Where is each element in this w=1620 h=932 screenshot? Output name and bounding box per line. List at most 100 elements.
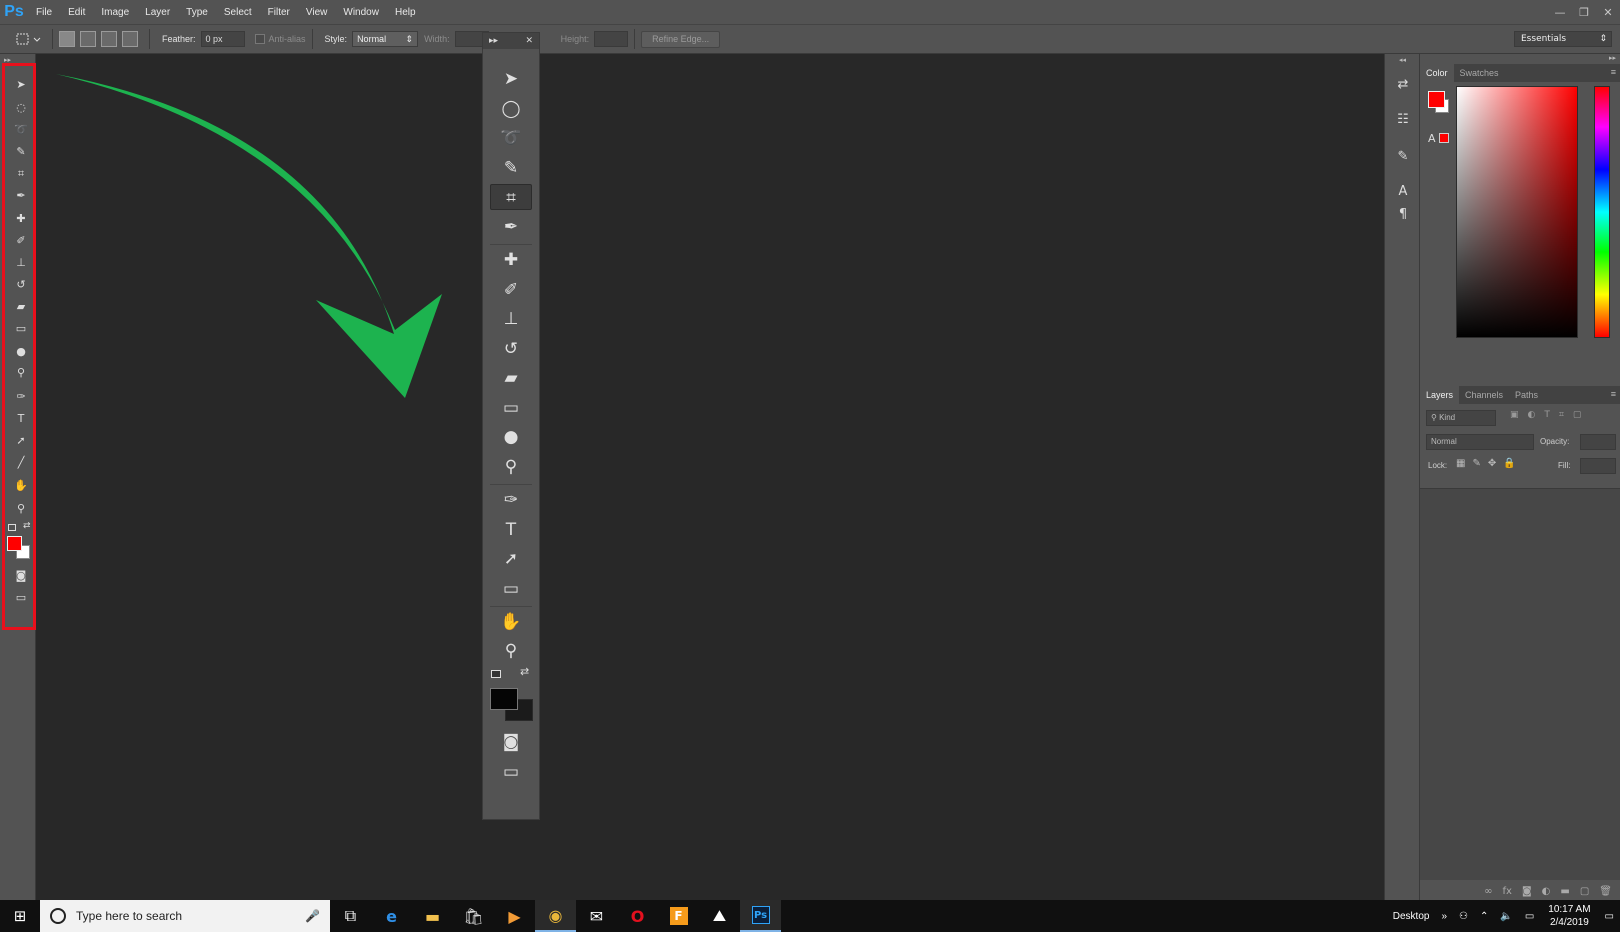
layer-mask-icon[interactable]: ◙ — [1522, 886, 1532, 897]
network-icon[interactable]: ▭ — [1519, 911, 1540, 922]
media-player-icon[interactable]: ▶ — [494, 900, 535, 932]
menu-type[interactable]: Type — [178, 7, 216, 18]
foreground-color-swatch[interactable] — [490, 688, 518, 710]
menu-file[interactable]: File — [28, 7, 60, 18]
hue-slider[interactable] — [1594, 86, 1610, 338]
default-colors-icon[interactable] — [8, 524, 16, 531]
people-icon[interactable]: ⚇ — [1453, 911, 1474, 922]
move-tool-icon[interactable]: ➤ — [490, 66, 532, 92]
gradient-tool-icon[interactable]: ▭ — [490, 395, 532, 421]
history-panel-icon[interactable]: ⇄ — [1394, 76, 1412, 94]
height-input[interactable] — [594, 31, 629, 47]
blur-tool-icon[interactable]: ● — [490, 424, 532, 450]
lasso-tool-icon[interactable]: ➰ — [14, 123, 28, 137]
clone-stamp-icon[interactable]: ⊥ — [490, 306, 532, 332]
refine-edge-button[interactable]: Refine Edge... — [641, 30, 721, 48]
panel-menu-icon[interactable]: ≡ — [1611, 389, 1616, 399]
chevron-icon[interactable]: » — [1435, 911, 1453, 922]
fill-input[interactable] — [1580, 458, 1616, 474]
windows-start-icon[interactable]: ⊞ — [0, 900, 40, 932]
marquee-tool-icon[interactable]: ◯ — [490, 96, 532, 122]
layer-style-icon[interactable]: fx — [1503, 886, 1512, 897]
lock-icons[interactable]: ▦✎✥🔒 — [1456, 458, 1523, 469]
opacity-input[interactable] — [1580, 434, 1616, 450]
antialias-checkbox[interactable] — [254, 34, 265, 44]
shape-tool-icon[interactable]: ▭ — [490, 576, 532, 602]
lasso-tool-icon[interactable]: ➰ — [490, 125, 532, 151]
floating-tools-panel[interactable]: ▸▸ ✕ ➤ ◯ ➰ ✎ ⌗ ✒ ✚ ✐ ⊥ ↺ ▰ ▭ ● ⚲ ✑ T ➚ ▭… — [482, 32, 540, 820]
tool-preset-picker[interactable] — [12, 28, 46, 50]
task-view-icon[interactable]: ⧉ — [330, 900, 371, 932]
menu-filter[interactable]: Filter — [260, 7, 298, 18]
tab-swatches[interactable]: Swatches — [1454, 64, 1505, 82]
tab-color[interactable]: Color — [1420, 64, 1454, 82]
menu-image[interactable]: Image — [93, 7, 137, 18]
show-hidden-icons[interactable]: ⌃ — [1474, 911, 1494, 922]
photoshop-taskbar-icon[interactable]: Ps — [740, 900, 781, 932]
delete-layer-icon[interactable]: 🗑 — [1599, 886, 1612, 897]
properties-panel-icon[interactable]: ☷ — [1394, 111, 1412, 129]
desktop-toolbar-label[interactable]: Desktop — [1387, 911, 1436, 922]
pen-tool-icon[interactable]: ✑ — [490, 487, 532, 513]
zoom-tool-icon[interactable]: ⚲ — [490, 638, 532, 664]
healing-brush-icon[interactable]: ✚ — [490, 247, 532, 273]
brush-tool-icon[interactable]: ✐ — [14, 234, 28, 248]
eraser-tool-icon[interactable]: ▰ — [490, 365, 532, 391]
quick-mask-icon[interactable]: ◙ — [14, 569, 28, 583]
dodge-tool-icon[interactable]: ⚲ — [490, 454, 532, 480]
menu-window[interactable]: Window — [335, 7, 387, 18]
eyedropper-tool-icon[interactable]: ✒ — [490, 214, 532, 240]
tab-channels[interactable]: Channels — [1459, 386, 1509, 404]
blur-tool-icon[interactable]: ● — [14, 345, 28, 359]
eyedropper-tool-icon[interactable]: ✒ — [14, 189, 28, 203]
photos-icon[interactable]: ⛰ — [699, 900, 740, 932]
history-brush-icon[interactable]: ↺ — [14, 278, 28, 292]
swap-colors-icon[interactable]: ⇄ — [23, 521, 31, 531]
swap-colors-icon[interactable]: ⇄ — [520, 665, 529, 678]
layer-filter-icons[interactable]: ▣◐T⌗▢ — [1510, 410, 1590, 420]
style-select[interactable]: Normal ⇕ — [352, 31, 419, 47]
healing-brush-icon[interactable]: ✚ — [14, 212, 28, 226]
type-tool-icon[interactable]: T — [14, 412, 28, 426]
path-selection-icon[interactable]: ➚ — [14, 434, 28, 448]
tab-paths[interactable]: Paths — [1509, 386, 1544, 404]
floating-panel-header[interactable]: ▸▸ ✕ — [483, 33, 539, 49]
feather-input[interactable]: 0 px — [200, 31, 245, 47]
new-layer-icon[interactable]: ▢ — [1580, 886, 1589, 897]
new-selection-icon[interactable] — [59, 31, 75, 47]
brush-presets-icon[interactable]: ✎ — [1394, 148, 1412, 166]
menu-edit[interactable]: Edit — [60, 7, 93, 18]
line-tool-icon[interactable]: ╱ — [14, 456, 28, 470]
hand-tool-icon[interactable]: ✋ — [490, 609, 532, 635]
menu-layer[interactable]: Layer — [137, 7, 178, 18]
collapse-panels-icon[interactable]: ▸▸ — [1609, 54, 1616, 62]
menu-help[interactable]: Help — [387, 7, 424, 18]
screen-mode-icon[interactable]: ▭ — [14, 591, 28, 605]
brush-tool-icon[interactable]: ✐ — [490, 277, 532, 303]
foreground-color-swatch[interactable] — [1428, 91, 1445, 108]
file-explorer-icon[interactable]: ▬ — [412, 900, 453, 932]
microphone-icon[interactable]: 🎤 — [305, 909, 320, 923]
screen-mode-icon[interactable]: ▭ — [490, 759, 532, 785]
mail-icon[interactable]: ✉ — [576, 900, 617, 932]
blend-mode-select[interactable]: Normal — [1426, 434, 1534, 450]
marquee-tool-icon[interactable]: ◌ — [14, 101, 28, 115]
menu-view[interactable]: View — [298, 7, 336, 18]
edge-browser-icon[interactable]: e — [371, 900, 412, 932]
minimize-button[interactable]: — — [1548, 6, 1572, 19]
default-colors-icon[interactable] — [491, 670, 501, 678]
quick-mask-icon[interactable]: ◙ — [490, 729, 532, 755]
crop-tool-icon[interactable]: ⌗ — [14, 167, 28, 181]
type-tool-icon[interactable]: T — [490, 517, 532, 543]
path-selection-icon[interactable]: ➚ — [490, 546, 532, 572]
fiverr-icon[interactable]: F — [658, 900, 699, 932]
character-panel-icon[interactable]: A — [1394, 183, 1412, 201]
link-layers-icon[interactable]: ∞ — [1484, 886, 1492, 897]
new-group-icon[interactable]: ▬ — [1560, 886, 1569, 897]
pen-tool-icon[interactable]: ✑ — [14, 390, 28, 404]
layers-list[interactable] — [1420, 488, 1620, 880]
volume-icon[interactable]: 🔈 — [1494, 911, 1518, 922]
panel-menu-icon[interactable]: ≡ — [1611, 67, 1616, 77]
zoom-tool-icon[interactable]: ⚲ — [14, 502, 28, 516]
gradient-tool-icon[interactable]: ▭ — [14, 322, 28, 336]
